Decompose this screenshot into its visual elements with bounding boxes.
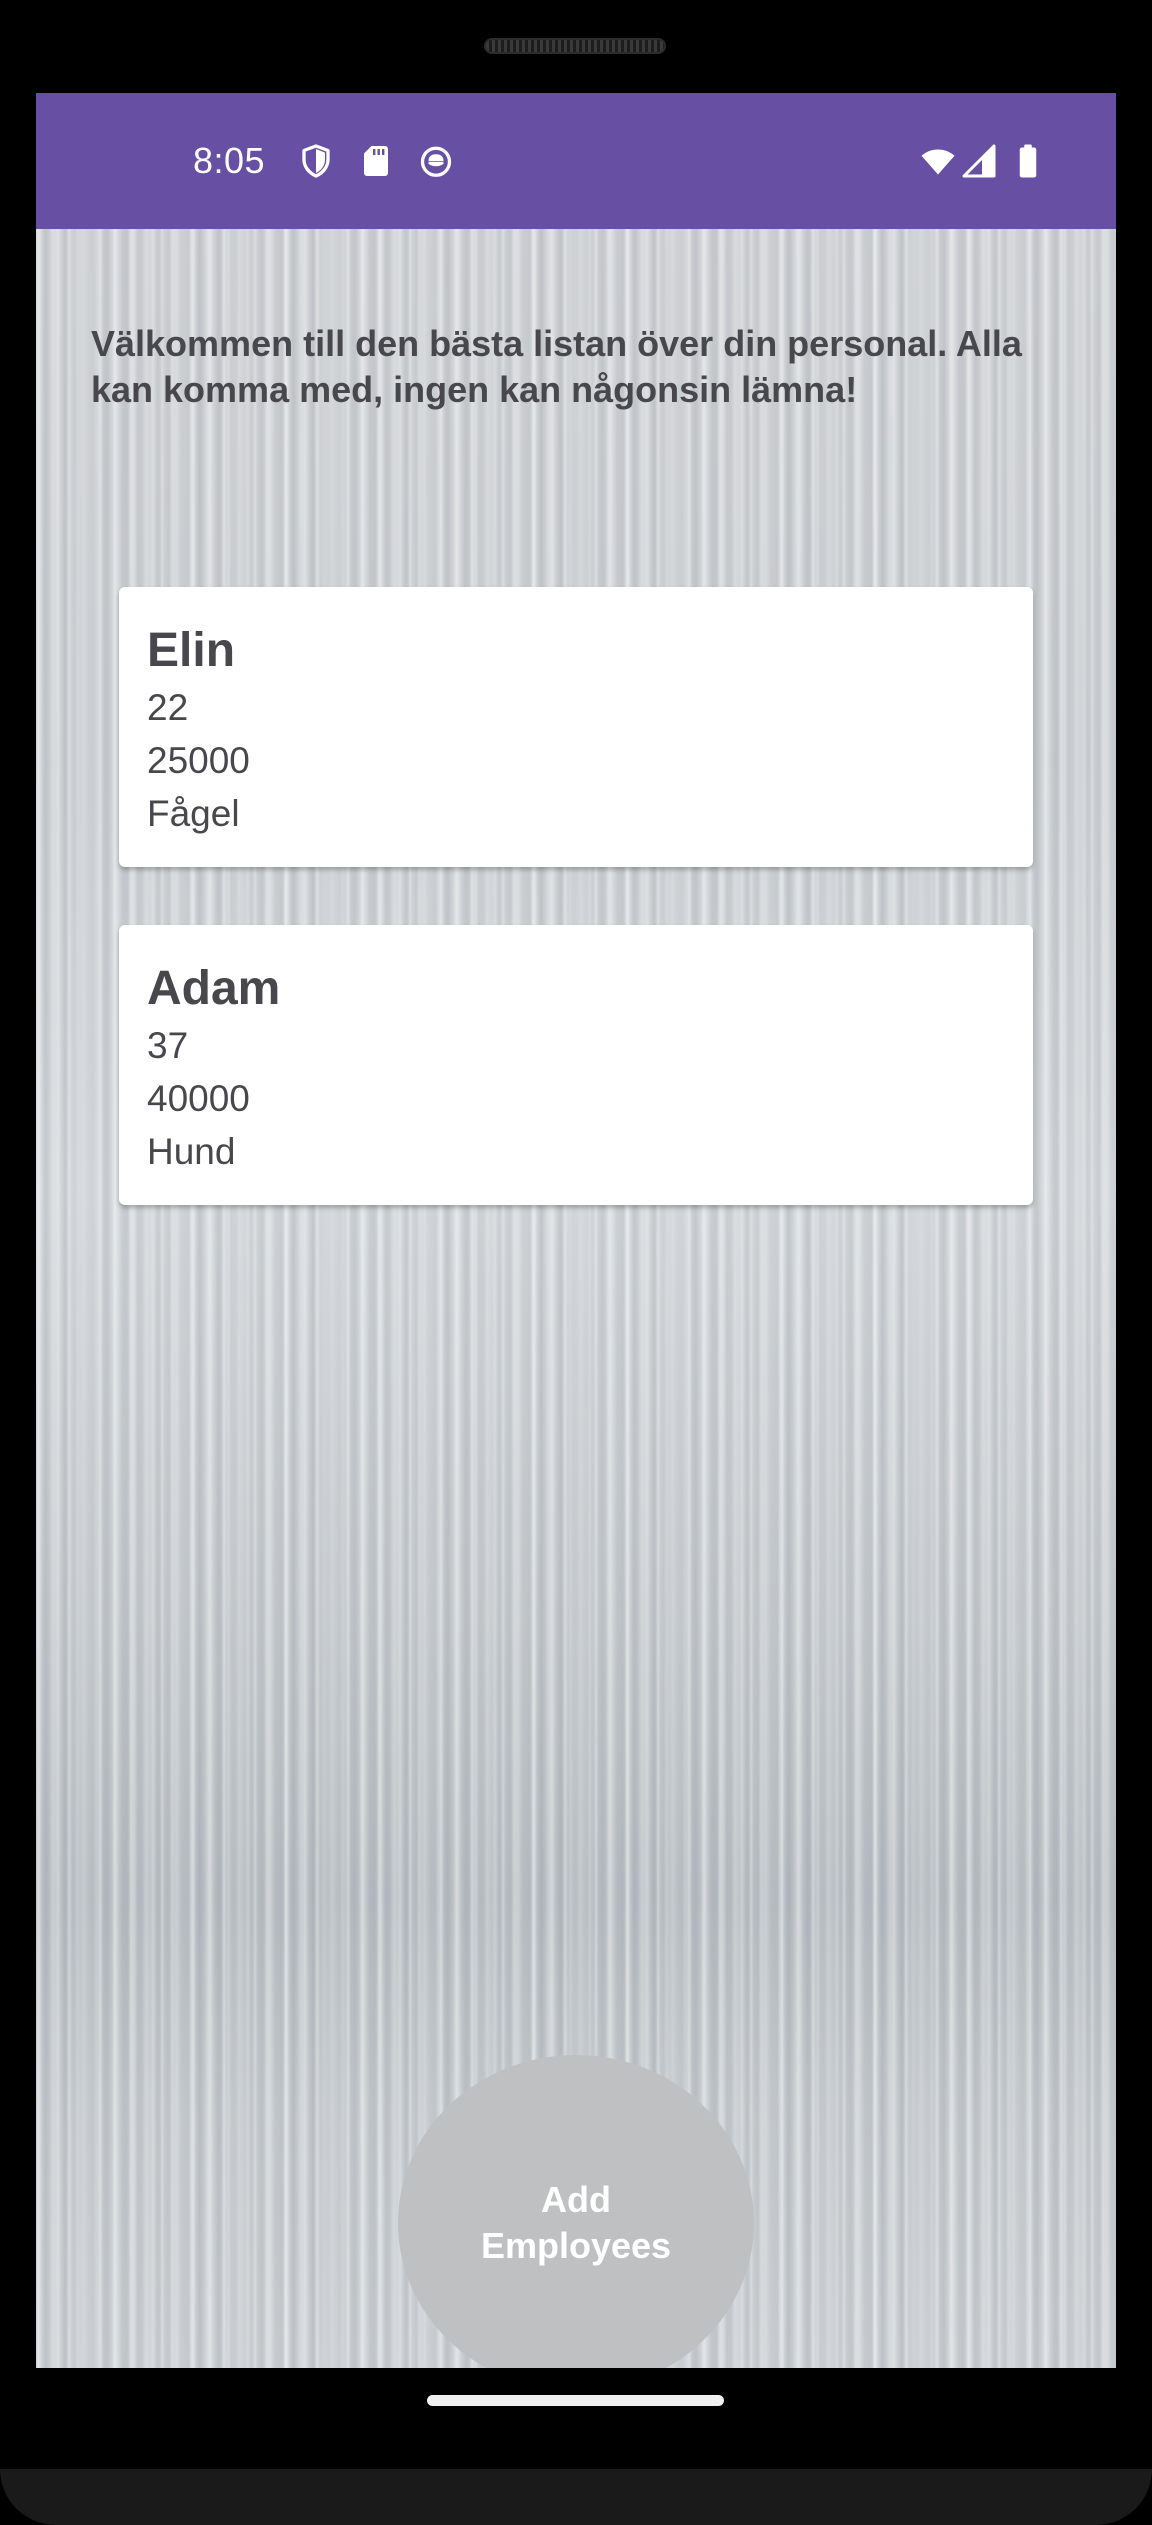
employee-salary: 40000 [147,1078,250,1119]
welcome-text: Välkommen till den bästa listan över din… [91,323,1022,410]
employee-name: Elin [147,624,236,677]
status-time: 8:05 [193,140,266,181]
sd-card-icon [364,146,388,176]
employee-animal: Fågel [147,793,240,834]
add-employees-button-line1: Add [541,2179,611,2220]
employee-age: 22 [147,687,189,728]
employee-card[interactable]: Adam 37 40000 Hund [119,925,1033,1205]
shield-icon [302,144,330,178]
employee-age: 37 [147,1025,189,1066]
employee-card[interactable]: Elin 22 25000 Fågel [119,587,1033,867]
earpiece-speaker [484,38,666,54]
wifi-icon [921,149,955,175]
phone-frame: 8:05 Välkommen till den bästa listan öve… [0,0,1152,2525]
screen: 8:05 Välkommen till den bästa listan öve… [36,93,1116,2368]
status-bar: 8:05 [36,93,1116,229]
battery-icon [1019,144,1037,178]
cat-face-icon [420,146,452,177]
add-employees-button[interactable]: Add Employees [398,2055,754,2368]
cell-signal-icon [962,144,996,178]
phone-bottom-bezel [0,2469,1152,2525]
add-employees-button-line2: Employees [480,2225,672,2266]
employee-name: Adam [147,962,281,1015]
employee-list-screen: Välkommen till den bästa listan över din… [36,229,1116,2368]
employee-salary: 25000 [147,740,250,781]
employee-animal: Hund [147,1131,236,1172]
home-indicator[interactable] [427,2395,724,2406]
